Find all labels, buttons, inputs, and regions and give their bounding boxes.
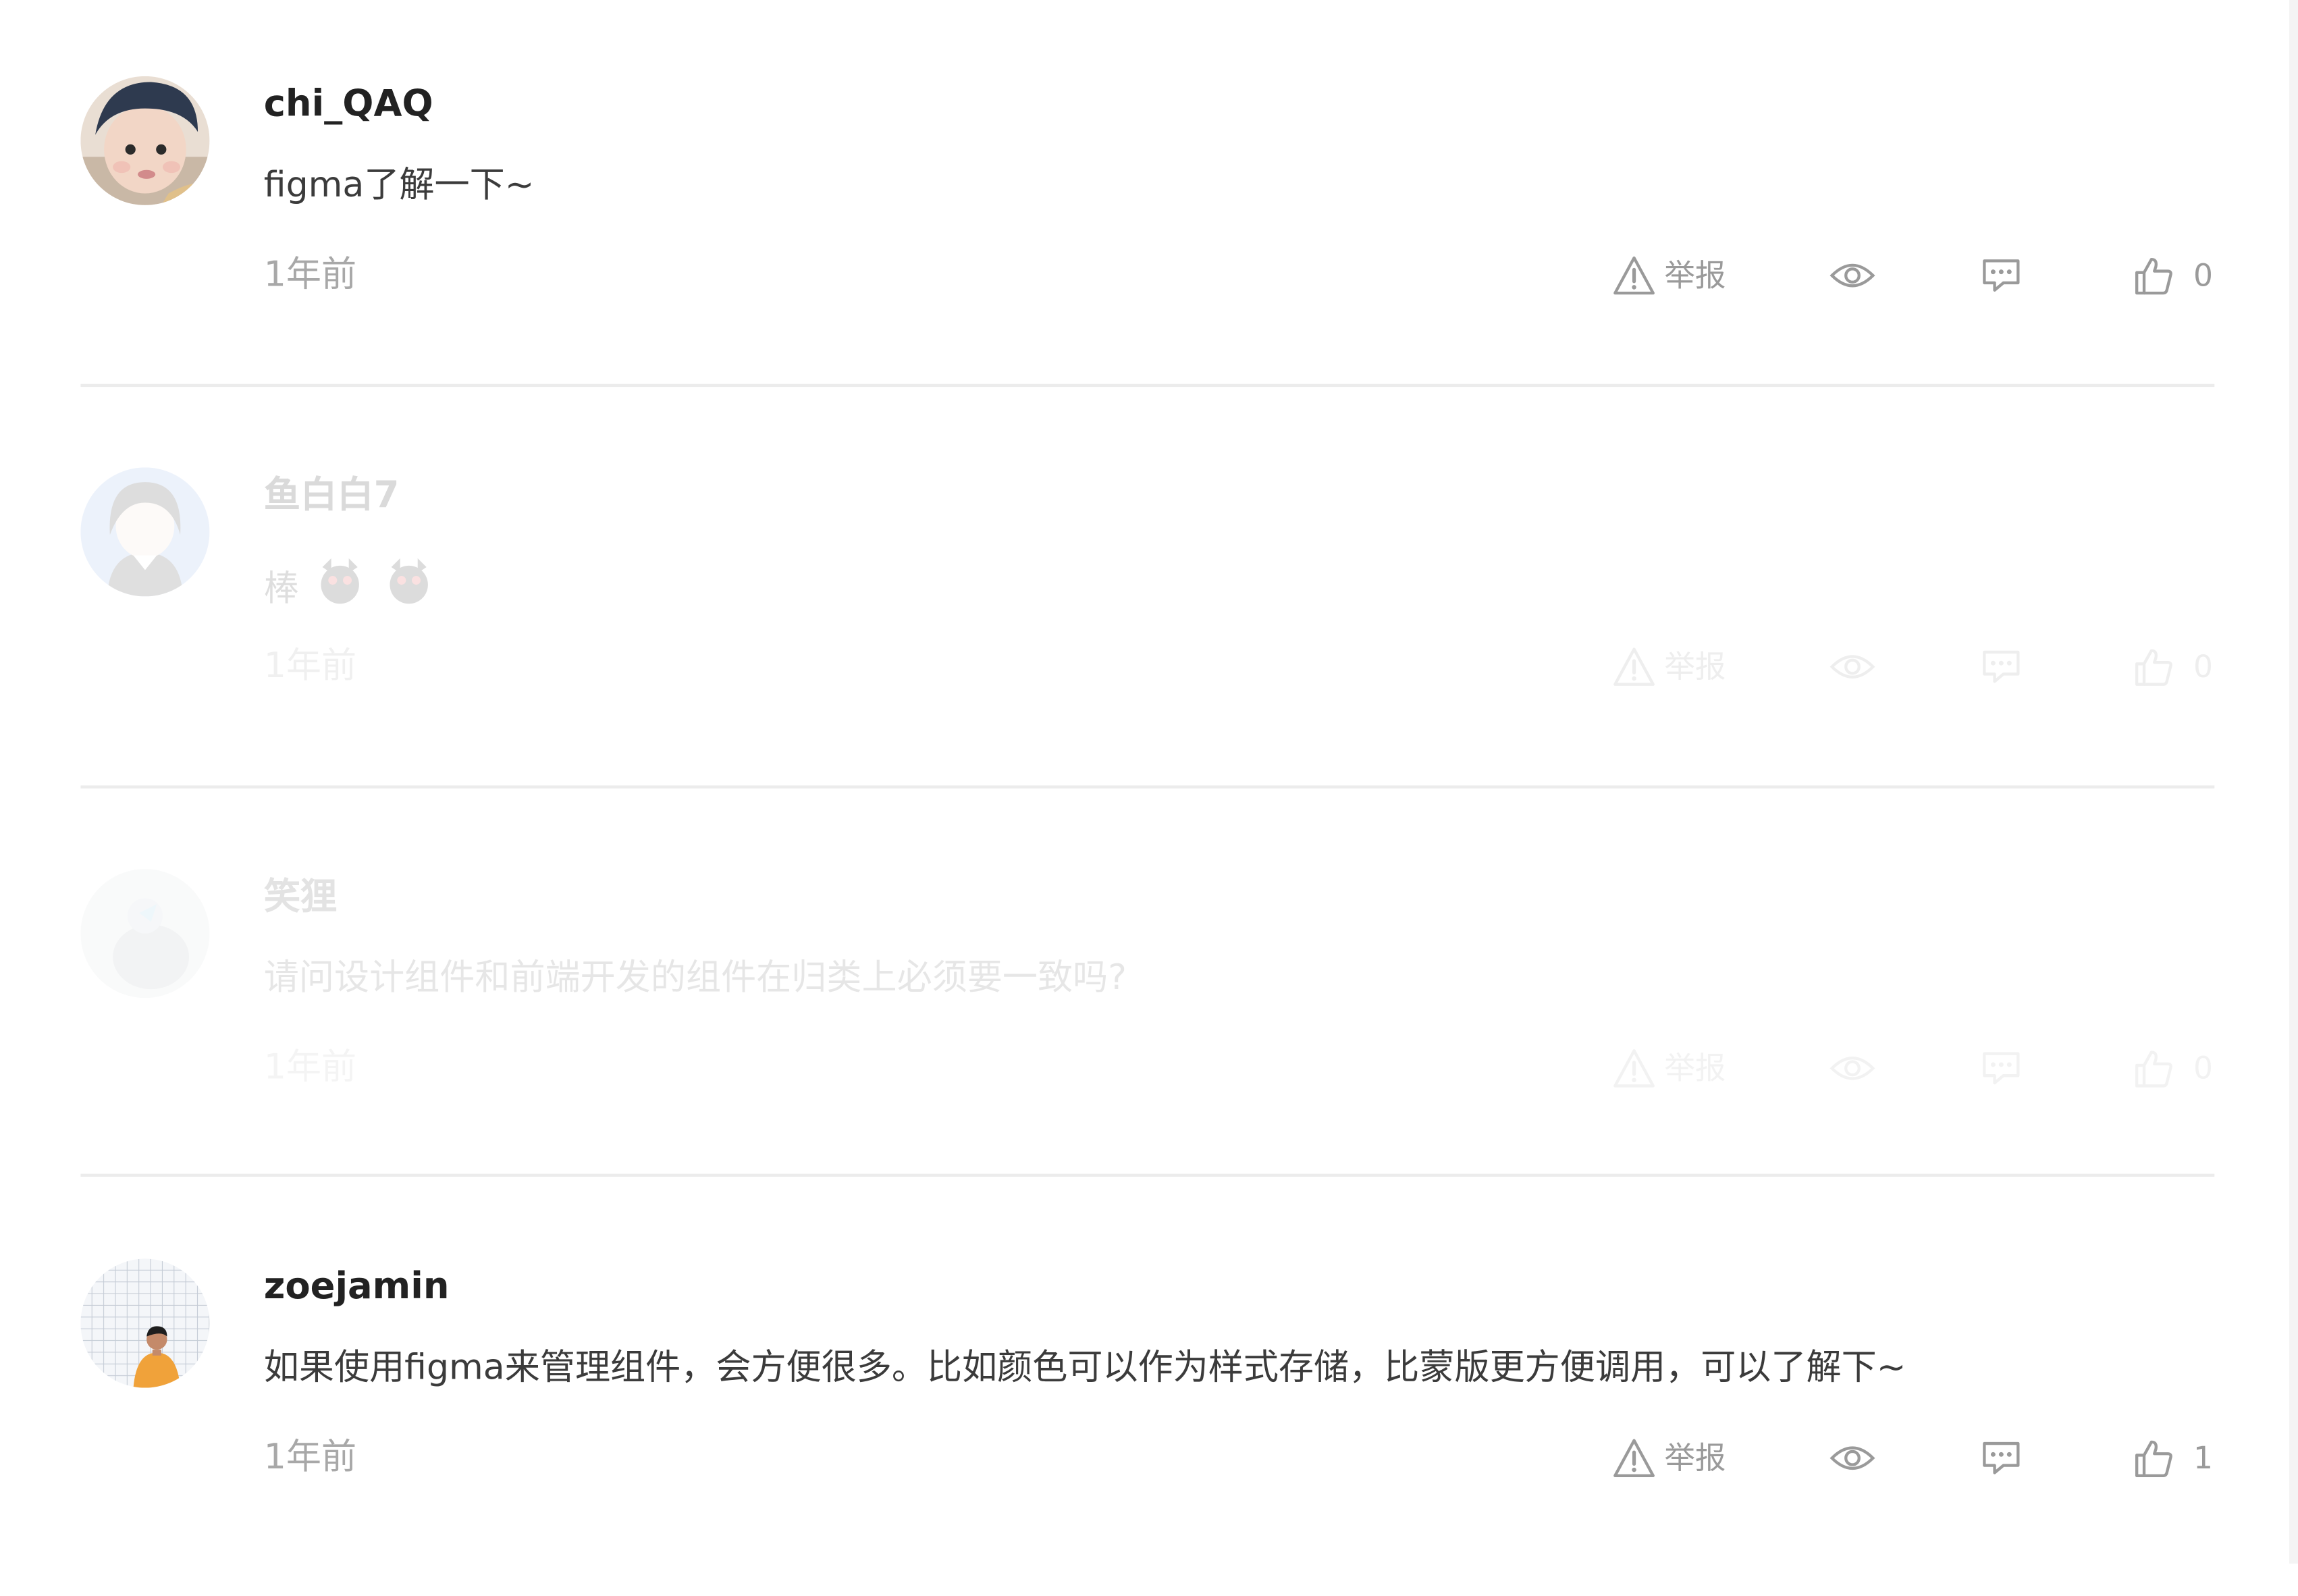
comment-item: chi_QAQ figma了解一下~ 1年前 举报 0 (0, 76, 2298, 413)
comment-text: 棒 (264, 552, 439, 624)
divider (80, 1173, 2215, 1177)
report-label: 举报 (1664, 258, 1726, 294)
like-count: 0 (2193, 258, 2214, 294)
like-button[interactable]: 0 (2132, 1046, 2213, 1090)
avatar[interactable] (80, 467, 210, 597)
report-button[interactable]: 举报 (1611, 254, 1726, 298)
username[interactable]: zoejamin (264, 1262, 450, 1312)
like-count: 0 (2193, 1050, 2214, 1086)
avatar[interactable] (80, 1258, 210, 1388)
comment-list: chi_QAQ figma了解一下~ 1年前 举报 0 鱼白白7 棒 1年前 举… (0, 0, 2298, 1564)
thumbs-up-icon (2132, 1048, 2173, 1089)
comment-icon (1979, 647, 2022, 685)
report-button[interactable]: 举报 (1611, 645, 1726, 689)
divider (80, 383, 2215, 388)
action-bar: 举报 0 (1611, 643, 2213, 690)
eye-icon (1828, 651, 1875, 683)
scrollbar[interactable] (2289, 0, 2298, 1564)
report-label: 举报 (1664, 1440, 1726, 1476)
username[interactable]: 笑狸 (264, 872, 338, 922)
view-button[interactable] (1828, 1442, 1875, 1474)
like-button[interactable]: 1 (2132, 1436, 2213, 1480)
comment-icon (1979, 257, 2022, 294)
report-button[interactable]: 举报 (1611, 1046, 1726, 1090)
username[interactable]: 鱼白白7 (264, 471, 400, 521)
comment-icon (1979, 1439, 2022, 1477)
view-button[interactable] (1828, 259, 1875, 292)
like-count: 0 (2193, 649, 2214, 685)
timestamp: 1年前 (263, 645, 357, 686)
warning-icon (1611, 255, 1655, 296)
reply-button[interactable] (1979, 257, 2022, 294)
comment-text: figma了解一下~ (263, 164, 535, 205)
eye-icon (1828, 259, 1875, 292)
like-button[interactable]: 0 (2132, 254, 2213, 298)
view-button[interactable] (1828, 651, 1875, 683)
avatar[interactable] (80, 76, 210, 205)
like-count: 1 (2193, 1440, 2214, 1476)
warning-icon (1611, 1048, 1655, 1089)
thumbs-up-icon (2132, 1437, 2173, 1479)
eye-icon (1828, 1052, 1875, 1084)
warning-icon (1611, 646, 1655, 687)
devil-emoji-icon (380, 552, 439, 624)
action-bar: 举报 1 (1611, 1435, 2213, 1481)
devil-emoji-icon (310, 552, 369, 624)
comment-item: 鱼白白7 棒 1年前 举报 0 (0, 467, 2298, 804)
divider (80, 785, 2215, 789)
like-button[interactable]: 0 (2132, 645, 2213, 689)
comment-item: 笑狸 请问设计组件和前端开发的组件在归类上必须要一致吗? 1年前 举报 0 (0, 869, 2298, 1206)
report-label: 举报 (1664, 649, 1726, 685)
warning-icon (1611, 1437, 1655, 1479)
reply-button[interactable] (1979, 1049, 2022, 1087)
comment-text: 请问设计组件和前端开发的组件在归类上必须要一致吗? (263, 957, 1127, 999)
report-button[interactable]: 举报 (1611, 1436, 1726, 1480)
timestamp: 1年前 (263, 253, 357, 295)
report-label: 举报 (1664, 1050, 1726, 1086)
avatar[interactable] (80, 869, 210, 999)
thumbs-up-icon (2132, 646, 2173, 687)
eye-icon (1828, 1442, 1875, 1474)
timestamp: 1年前 (263, 1046, 357, 1088)
comment-item: zoejamin 如果使用figma来管理组件，会方便很多。比如颜色可以作为样式… (0, 1258, 2298, 1596)
username[interactable]: chi_QAQ (264, 79, 433, 129)
timestamp: 1年前 (263, 1436, 357, 1477)
reply-button[interactable] (1979, 1439, 2022, 1477)
view-button[interactable] (1828, 1052, 1875, 1084)
comment-text: 如果使用figma来管理组件，会方便很多。比如颜色可以作为样式存储，比蒙版更方便… (263, 1346, 1906, 1388)
reply-button[interactable] (1979, 647, 2022, 685)
comment-icon (1979, 1049, 2022, 1087)
action-bar: 举报 0 (1611, 252, 2213, 298)
thumbs-up-icon (2132, 255, 2173, 296)
action-bar: 举报 0 (1611, 1045, 2213, 1092)
